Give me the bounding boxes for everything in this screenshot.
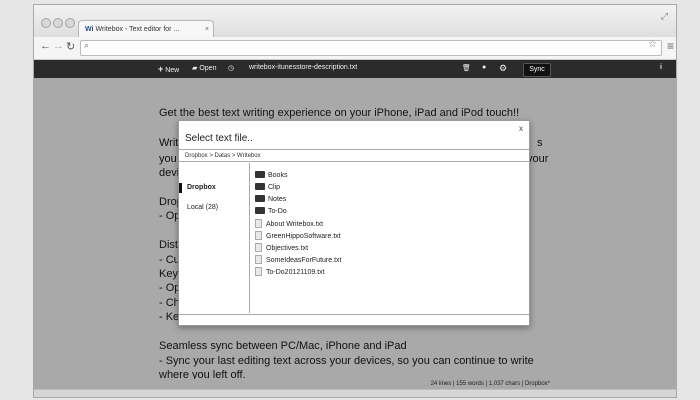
close-window-button[interactable]	[41, 18, 51, 28]
writebox-logo: Wi	[85, 26, 94, 33]
zoom-window-button[interactable]	[65, 18, 75, 28]
item-name: GreenHippoSoftware.txt	[266, 233, 341, 240]
list-item[interactable]: About Writebox.txt	[255, 219, 323, 228]
back-icon[interactable]: ←	[40, 40, 51, 52]
list-item[interactable]: Objectives.txt	[255, 243, 308, 252]
menu-icon[interactable]: ≡	[667, 39, 674, 53]
editor-line: devi	[159, 167, 180, 179]
list-item[interactable]: To-Do	[255, 207, 287, 215]
app-toolbar: + New ▰ Open ◷ writebox-itunesstore-desc…	[34, 60, 676, 78]
editor-line-fragment: your	[527, 153, 549, 165]
document-icon	[255, 243, 262, 252]
document-icon	[255, 255, 262, 264]
minimize-window-button[interactable]	[53, 18, 63, 28]
item-name: To-Do20121109.txt	[266, 269, 325, 276]
item-name: About Writebox.txt	[266, 221, 324, 228]
source-dropbox[interactable]: Dropbox	[187, 184, 216, 191]
tab-title: Writebox - Text editor for ...	[95, 26, 180, 33]
item-name: SomeIdeasForFuture.txt	[266, 257, 342, 264]
new-label: New	[165, 67, 180, 74]
filename[interactable]: writebox-itunesstore-description.txt	[249, 64, 357, 71]
source-local[interactable]: Local (28)	[187, 204, 218, 211]
editor-line: - Cu	[159, 254, 180, 266]
list-item[interactable]: To-Do20121109.txt	[255, 267, 325, 276]
source-sidebar: Dropbox Local (28)	[179, 163, 250, 313]
editor-line: Writ	[159, 137, 179, 149]
user-icon[interactable]: ●	[482, 64, 486, 71]
editor-line: you	[159, 153, 177, 165]
folder-icon	[255, 195, 265, 202]
document-icon	[255, 267, 262, 276]
selected-indicator	[179, 183, 182, 193]
info-icon[interactable]: i	[660, 64, 662, 71]
search-icon: ⌕	[84, 40, 90, 50]
item-name: Clip	[268, 184, 281, 191]
open-label: Open	[199, 65, 217, 72]
clock-icon[interactable]: ◷	[228, 64, 234, 72]
status-bar: 24 lines | 155 words | 1,037 chars | Dro…	[34, 379, 676, 389]
editor-line: - Sync your last editing text across you…	[159, 355, 534, 367]
folder-icon: ▰	[192, 65, 198, 72]
forward-icon[interactable]: →	[53, 40, 64, 52]
item-name: Objectives.txt	[266, 245, 309, 252]
close-tab-icon[interactable]: ×	[205, 21, 209, 37]
list-item[interactable]: Clip	[255, 183, 280, 191]
address-bar[interactable]: ⌕ ☆	[80, 39, 662, 56]
editor-line: Get the best text writing experience on …	[159, 107, 520, 119]
browser-tab[interactable]: Wi Writebox - Text editor for ... ×	[78, 20, 214, 37]
reload-icon[interactable]: ↻	[66, 40, 75, 53]
trash-icon[interactable]: 🗑︎	[462, 64, 471, 72]
editor-line: Seamless sync between PC/Mac, iPhone and…	[159, 340, 407, 352]
select-file-dialog: x Select text file.. Dropbox > Datas > W…	[178, 120, 530, 326]
window-bottom-edge	[34, 389, 676, 397]
folder-icon	[255, 183, 265, 190]
gear-icon[interactable]: ⚙	[499, 63, 507, 74]
item-name: Notes	[268, 196, 287, 203]
list-item[interactable]: GreenHippoSoftware.txt	[255, 231, 341, 240]
plus-icon: +	[158, 64, 164, 74]
document-icon	[255, 219, 262, 228]
open-button[interactable]: ▰ Open	[192, 64, 216, 72]
dialog-title: Select text file..	[185, 133, 253, 144]
sync-button[interactable]: Sync	[523, 63, 551, 77]
editor-line: - Ch	[159, 297, 180, 309]
dialog-footer	[179, 314, 529, 325]
title-bar: Wi Writebox - Text editor for ... × ⤢	[34, 5, 676, 37]
folder-icon	[255, 171, 265, 178]
document-icon	[255, 231, 262, 240]
status-text: 24 lines | 155 words | 1,037 chars | Dro…	[430, 381, 550, 387]
editor-line-fragment: s	[537, 137, 543, 149]
resize-icon[interactable]: ⤢	[661, 11, 668, 22]
new-button[interactable]: + New	[158, 64, 179, 74]
list-item[interactable]: SomeIdeasForFuture.txt	[255, 255, 341, 264]
star-icon[interactable]: ☆	[648, 39, 657, 50]
item-name: To-Do	[268, 208, 287, 215]
item-name: Books	[268, 172, 288, 179]
list-item[interactable]: Books	[255, 171, 287, 179]
breadcrumb: Dropbox > Datas > Writebox	[179, 149, 529, 162]
folder-icon	[255, 207, 265, 214]
close-dialog-button[interactable]: x	[519, 124, 523, 133]
browser-toolbar: ← → ↻ ⌕ ☆ ≡	[34, 37, 676, 60]
editor-line: - Ke	[159, 311, 180, 323]
list-item[interactable]: Notes	[255, 195, 286, 203]
